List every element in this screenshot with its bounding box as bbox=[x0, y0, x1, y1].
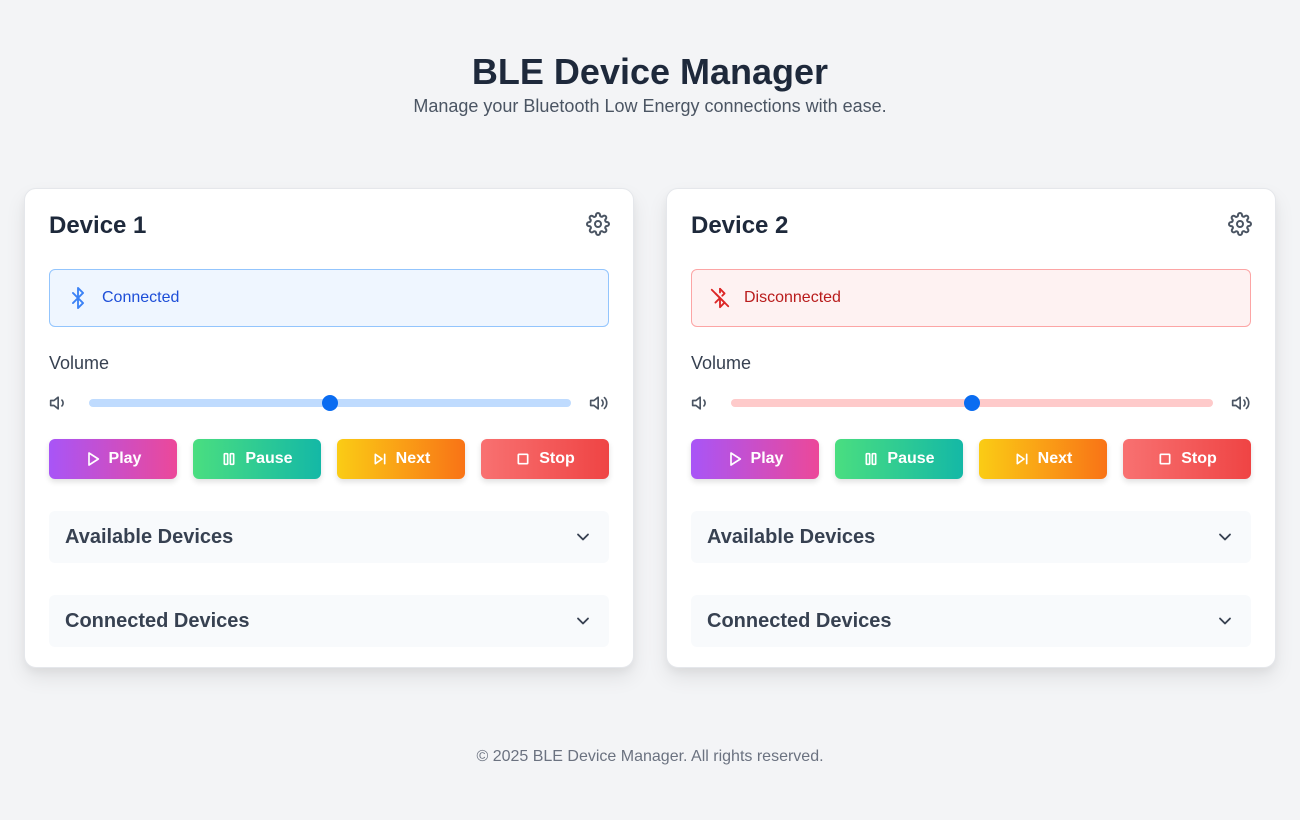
skip-next-icon bbox=[374, 453, 386, 465]
play-icon bbox=[87, 452, 99, 466]
volume-high-icon[interactable] bbox=[1231, 393, 1251, 413]
play-icon bbox=[729, 452, 741, 466]
volume-label: Volume bbox=[691, 353, 752, 373]
available-devices-accordion[interactable]: Available Devices bbox=[49, 511, 609, 563]
next-button[interactable]: Next bbox=[979, 439, 1107, 479]
connection-status: Connected bbox=[49, 269, 609, 327]
pause-label: Pause bbox=[245, 450, 293, 467]
page-header: BLE Device Manager Manage your Bluetooth… bbox=[0, 0, 1300, 117]
footer-text: © 2025 BLE Device Manager. All rights re… bbox=[476, 748, 824, 765]
accordion-title: Connected Devices bbox=[707, 609, 892, 632]
volume-slider-thumb[interactable] bbox=[322, 395, 338, 411]
card-header: Device 1 bbox=[49, 212, 610, 239]
play-label: Play bbox=[108, 450, 142, 467]
available-devices-accordion[interactable]: Available Devices bbox=[691, 511, 1251, 563]
page-title: BLE Device Manager bbox=[471, 51, 829, 92]
volume-low-icon[interactable] bbox=[49, 393, 69, 413]
stop-icon bbox=[1159, 453, 1171, 465]
status-text: Connected bbox=[102, 289, 180, 306]
connection-status: Disconnected bbox=[691, 269, 1251, 327]
device-card-1: Device 1 Connected Volume Play Pause Nex… bbox=[24, 188, 634, 668]
connected-devices-accordion[interactable]: Connected Devices bbox=[49, 595, 609, 647]
stop-label: Stop bbox=[1181, 450, 1217, 467]
pause-icon bbox=[865, 452, 877, 466]
device-card-2: Device 2 Disconnected Volume Play Pause bbox=[666, 188, 1276, 668]
device-title: Device 1 bbox=[49, 212, 147, 239]
volume-control bbox=[691, 391, 1251, 415]
accordion-title: Connected Devices bbox=[65, 609, 250, 632]
accordion-title: Available Devices bbox=[707, 525, 876, 548]
status-text: Disconnected bbox=[744, 289, 841, 306]
gear-icon[interactable] bbox=[586, 212, 610, 236]
skip-next-icon bbox=[1016, 453, 1028, 465]
next-label: Next bbox=[1037, 450, 1073, 467]
accordion-title: Available Devices bbox=[65, 525, 234, 548]
playback-controls: Play Pause Next Stop bbox=[49, 439, 609, 479]
volume-slider[interactable] bbox=[89, 395, 571, 411]
chevron-down-icon bbox=[577, 533, 589, 541]
chevron-down-icon bbox=[577, 617, 589, 625]
connected-devices-accordion[interactable]: Connected Devices bbox=[691, 595, 1251, 647]
chevron-down-icon bbox=[1219, 617, 1231, 625]
playback-controls: Play Pause Next Stop bbox=[691, 439, 1251, 479]
volume-label: Volume bbox=[49, 353, 110, 373]
play-button[interactable]: Play bbox=[691, 439, 819, 479]
volume-control bbox=[49, 391, 609, 415]
bluetooth-off-icon bbox=[710, 287, 730, 309]
next-button[interactable]: Next bbox=[337, 439, 465, 479]
page-subtitle: Manage your Bluetooth Low Energy connect… bbox=[413, 96, 887, 116]
volume-slider-thumb[interactable] bbox=[964, 395, 980, 411]
pause-icon bbox=[223, 452, 235, 466]
card-header: Device 2 bbox=[691, 212, 1252, 239]
stop-icon bbox=[517, 453, 529, 465]
play-button[interactable]: Play bbox=[49, 439, 177, 479]
device-title: Device 2 bbox=[691, 212, 789, 239]
stop-button[interactable]: Stop bbox=[481, 439, 609, 479]
pause-label: Pause bbox=[887, 450, 935, 467]
gear-icon[interactable] bbox=[1228, 212, 1252, 236]
device-cards: Device 1 Connected Volume Play Pause Nex… bbox=[24, 188, 1276, 668]
volume-slider[interactable] bbox=[731, 395, 1213, 411]
volume-high-icon[interactable] bbox=[589, 393, 609, 413]
pause-button[interactable]: Pause bbox=[835, 439, 963, 479]
pause-button[interactable]: Pause bbox=[193, 439, 321, 479]
stop-label: Stop bbox=[539, 450, 575, 467]
play-label: Play bbox=[750, 450, 784, 467]
next-label: Next bbox=[395, 450, 431, 467]
chevron-down-icon bbox=[1219, 533, 1231, 541]
stop-button[interactable]: Stop bbox=[1123, 439, 1251, 479]
volume-low-icon[interactable] bbox=[691, 393, 711, 413]
bluetooth-icon bbox=[72, 287, 84, 309]
